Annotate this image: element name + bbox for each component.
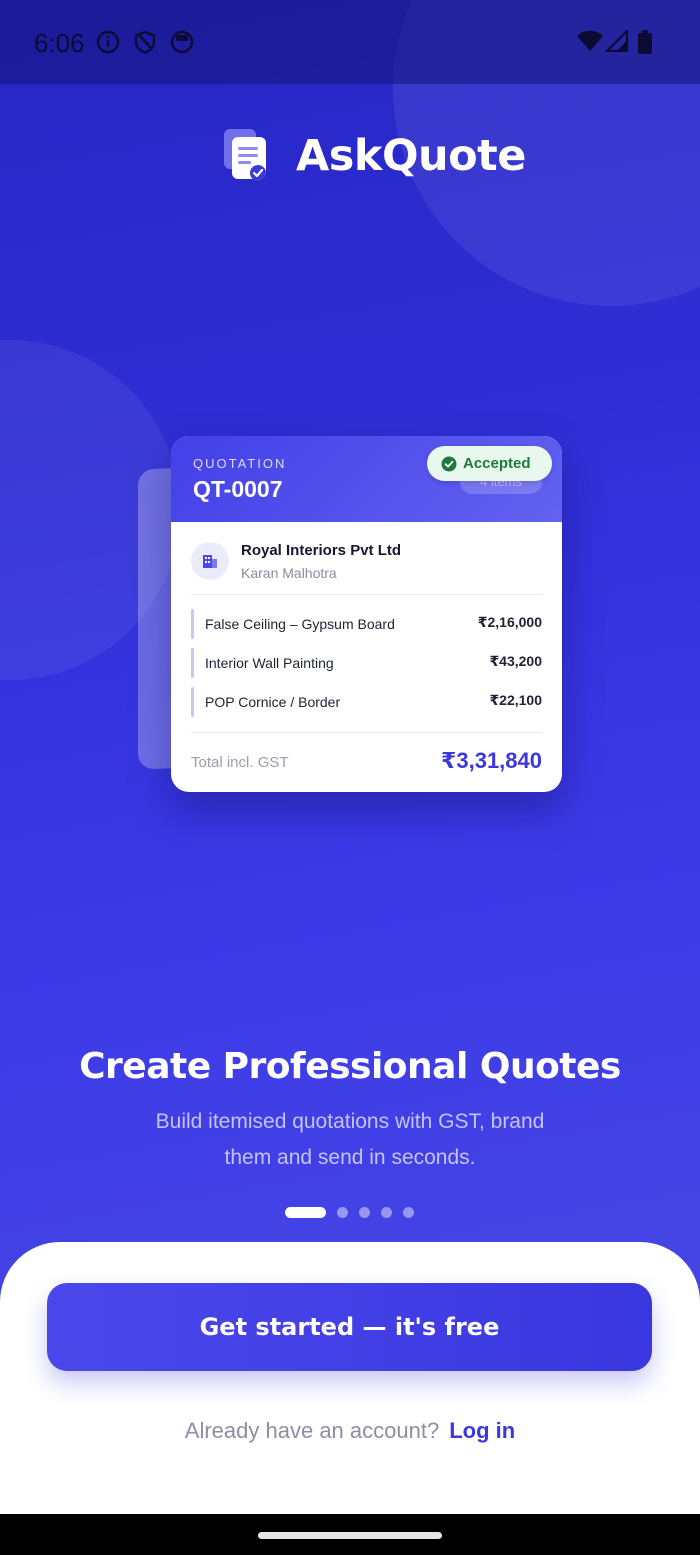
status-time: 6:06 [34, 28, 85, 58]
hero-title: Create Professional Quotes [79, 1046, 621, 1087]
line-accent [191, 687, 194, 717]
line-item: Interior Wall Painting ₹43,200 [191, 648, 542, 678]
shield-icon [134, 30, 156, 54]
battery-icon [638, 30, 652, 54]
quote-number: QT-0007 [193, 476, 283, 502]
client-contact: Karan Malhotra [241, 565, 337, 581]
wifi-icon [576, 30, 604, 52]
camera-icon [170, 30, 194, 54]
total-label: Total incl. GST [191, 754, 289, 771]
app-name: AskQuote [296, 131, 526, 181]
bottom-sheet: Get started — it's free Already have an … [0, 1242, 700, 1514]
divider [191, 594, 542, 595]
quote-kicker: QUOTATION [193, 456, 287, 471]
login-row: Already have an account? Log in [0, 1418, 700, 1444]
total-value: ₹3,31,840 [441, 748, 542, 773]
line-item-name: Interior Wall Painting [205, 655, 334, 671]
divider [191, 732, 542, 733]
carousel-dot[interactable] [403, 1206, 414, 1218]
carousel-indicator [285, 1206, 425, 1218]
onboarding-screen: 6:06 AskQuote QUOTATION QT-0007 4 items … [0, 0, 700, 1555]
carousel-dot[interactable] [381, 1206, 392, 1218]
line-item-amount: ₹43,200 [489, 653, 542, 669]
login-prompt: Already have an account? [184, 1418, 440, 1443]
line-accent [191, 609, 194, 639]
login-link[interactable]: Log in [449, 1418, 515, 1443]
line-item-amount: ₹22,100 [489, 692, 542, 708]
hero-subtitle: Build itemised quotations with GST, bran… [155, 1110, 545, 1169]
line-item-amount: ₹2,16,000 [477, 614, 542, 630]
get-started-button[interactable]: Get started — it's free [47, 1283, 652, 1371]
check-circle-icon [441, 456, 457, 472]
line-item: False Ceiling – Gypsum Board ₹2,16,000 [191, 609, 542, 639]
carousel-dot[interactable] [337, 1206, 348, 1218]
signal-icon [605, 30, 629, 52]
building-icon [191, 542, 229, 580]
brand-header: AskQuote [222, 126, 526, 186]
client-info: Royal Interiors Pvt Ltd Karan Malhotra [191, 540, 542, 590]
line-accent [191, 648, 194, 678]
carousel-dot[interactable] [359, 1206, 370, 1218]
line-item-name: False Ceiling – Gypsum Board [205, 616, 395, 632]
status-label: Accepted [463, 455, 531, 472]
line-item: POP Cornice / Border ₹22,100 [191, 687, 542, 717]
document-check-icon [222, 127, 270, 185]
info-icon [96, 30, 120, 54]
line-item-name: POP Cornice / Border [205, 694, 341, 710]
carousel-dot-active[interactable] [285, 1206, 326, 1218]
quote-card-preview: QUOTATION QT-0007 4 items Accepted Royal… [171, 436, 562, 792]
system-nav-bar [0, 1514, 700, 1555]
home-indicator[interactable] [258, 1532, 442, 1539]
quote-card-header: QUOTATION QT-0007 4 items Accepted [171, 436, 562, 522]
client-name: Royal Interiors Pvt Ltd [241, 542, 402, 559]
status-bar: 6:06 [0, 0, 700, 84]
status-badge: Accepted [427, 446, 552, 481]
